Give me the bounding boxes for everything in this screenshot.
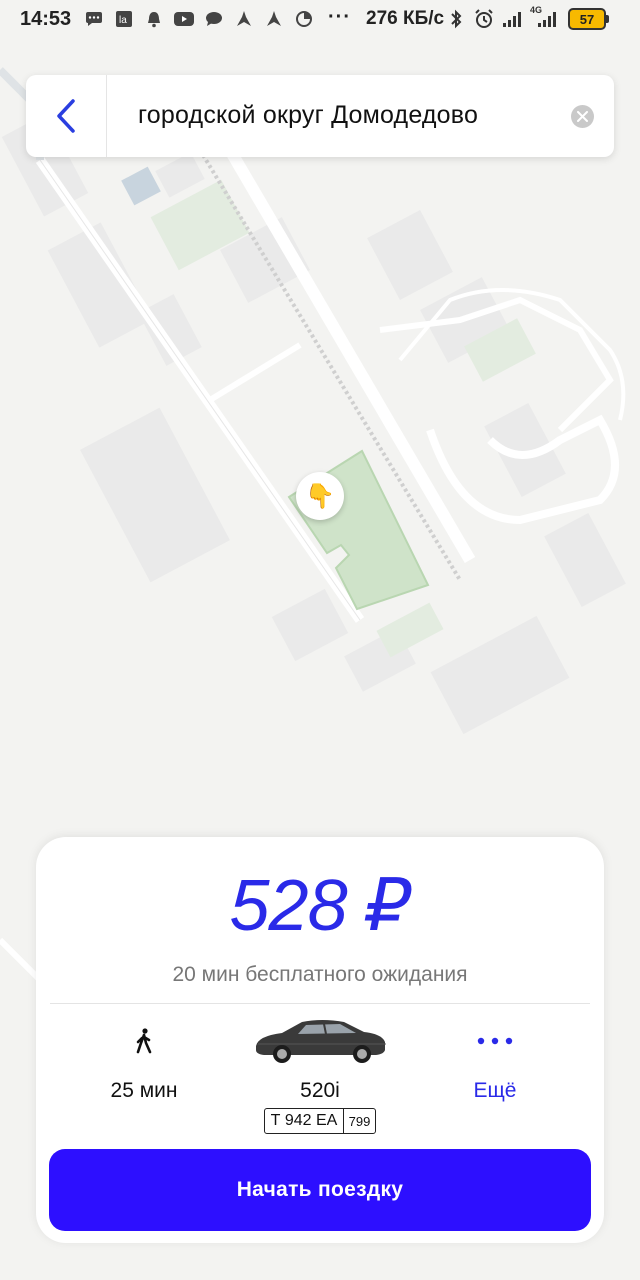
car-icon xyxy=(256,1020,386,1063)
location-pointer-marker[interactable]: 👇 xyxy=(296,472,344,520)
license-plate: Т 942 ЕА 799 xyxy=(264,1108,376,1134)
signal-4g-icon: 4G xyxy=(530,5,560,29)
start-trip-button[interactable]: Начать поездку xyxy=(49,1149,591,1231)
system-icons: 4G 57 xyxy=(446,5,609,30)
status-time: 14:53 xyxy=(20,8,72,30)
battery-icon: 57 xyxy=(568,8,609,30)
battery-level: 57 xyxy=(579,11,595,27)
plate-region: 799 xyxy=(348,1113,371,1129)
walk-option: 25 мин xyxy=(69,1017,219,1103)
notification-icons: la xyxy=(84,9,314,29)
message-icon xyxy=(84,9,104,29)
divider xyxy=(50,1003,590,1004)
pointing-down-icon: 👇 xyxy=(305,482,335,510)
more-dots-icon xyxy=(477,1037,513,1045)
network-speed: 276 КБ/с xyxy=(366,8,445,29)
walking-icon xyxy=(136,1028,152,1054)
network-type-label: 4G xyxy=(530,5,543,15)
more-notifications-indicator: ··· xyxy=(328,6,351,28)
alarm-icon xyxy=(474,9,494,29)
navigation-icon xyxy=(264,9,284,29)
bluetooth-icon xyxy=(446,9,466,29)
chevron-left-icon xyxy=(57,99,75,133)
signal-icon xyxy=(502,9,522,29)
svg-text:la: la xyxy=(119,15,127,26)
chat-icon xyxy=(204,9,224,29)
data-saver-icon xyxy=(294,9,314,29)
youtube-icon xyxy=(174,9,194,29)
navigation-icon xyxy=(234,9,254,29)
car-option[interactable]: 520i xyxy=(245,1017,395,1103)
walk-time: 25 мин xyxy=(110,1079,178,1102)
back-button[interactable] xyxy=(26,75,107,157)
free-waiting-text: 20 мин бесплатного ожидания xyxy=(172,963,468,986)
bell-icon xyxy=(144,9,164,29)
trip-price: 528 ₽ xyxy=(229,866,412,946)
status-bar: 14:53 la ··· 276 КБ/с 4G 57 xyxy=(0,0,640,40)
address-search-bar[interactable]: городской округ Домодедово xyxy=(26,75,614,157)
plate-number: Т 942 ЕА xyxy=(265,1109,344,1133)
app-icon: la xyxy=(114,9,134,29)
search-query[interactable]: городской округ Домодедово xyxy=(138,101,478,130)
clear-search-button[interactable] xyxy=(571,105,594,128)
clear-icon xyxy=(577,111,588,122)
car-model: 520i xyxy=(300,1079,340,1102)
trip-card: 528 ₽ 20 мин бесплатного ожидания 25 мин… xyxy=(36,837,604,1243)
more-label[interactable]: Ещё xyxy=(420,1079,570,1103)
more-option[interactable]: Ещё xyxy=(420,1017,570,1103)
